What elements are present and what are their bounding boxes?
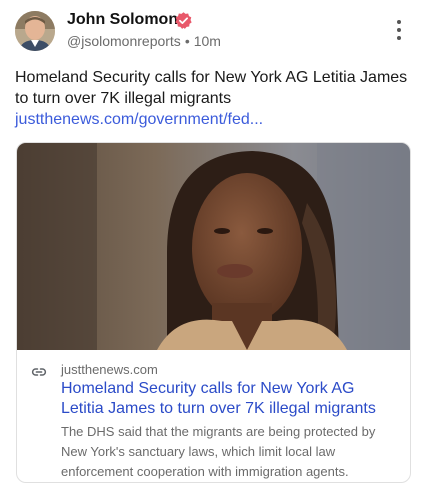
author-name[interactable]: John Solomon	[67, 11, 178, 29]
more-dot	[397, 20, 401, 24]
post-time[interactable]: 10m	[194, 33, 221, 49]
avatar-image	[15, 11, 55, 51]
card-image	[17, 143, 410, 350]
card-meta: justthenews.com Homeland Security calls …	[17, 350, 410, 482]
separator-dot: •	[184, 33, 190, 49]
link-icon	[31, 368, 47, 376]
more-dot	[397, 36, 401, 40]
handle-row: @jsolomonreports • 10m	[67, 33, 221, 49]
more-dot	[397, 28, 401, 32]
card-photo	[17, 143, 410, 350]
verified-badge-icon	[175, 12, 192, 29]
author-handle[interactable]: @jsolomonreports	[67, 33, 181, 49]
card-domain: justthenews.com	[61, 362, 158, 377]
post-text: Homeland Security calls for New York AG …	[15, 69, 408, 107]
post-card: John Solomon @jsolomonreports • 10m Homela…	[0, 0, 427, 500]
link-preview-card[interactable]: justthenews.com Homeland Security calls …	[16, 142, 411, 483]
avatar[interactable]	[15, 11, 55, 51]
card-description: The DHS said that the migrants are being…	[61, 424, 376, 479]
card-title[interactable]: Homeland Security calls for New York AG …	[61, 379, 401, 419]
more-vertical-icon[interactable]	[388, 18, 410, 42]
post-link[interactable]: justthenews.com/government/fed...	[15, 109, 263, 130]
